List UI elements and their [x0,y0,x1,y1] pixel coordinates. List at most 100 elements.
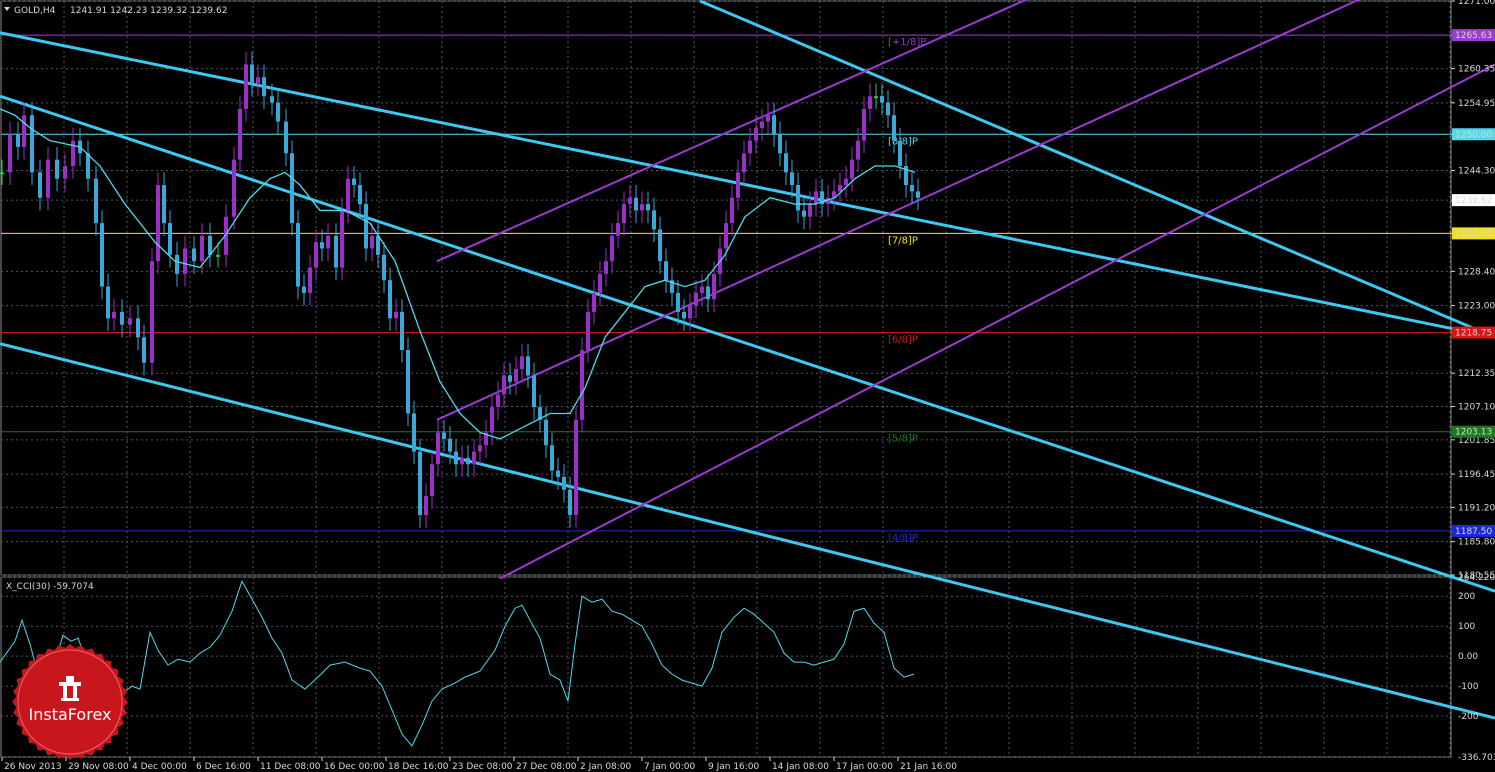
price-label-text: 1218.75 [1455,329,1492,339]
candle-body [120,311,124,325]
candle-body [326,235,330,249]
instaforex-logo: InstaForex [12,644,128,760]
candle-body [430,464,434,496]
chart-svg: [+1/8]P[8/8]P[7/8]P[6/8]P[5/8]P[4/8]P 12… [0,0,1495,772]
candle-body [436,432,440,465]
candle-body [302,286,306,293]
candle-body [238,108,242,160]
candle-body [314,242,318,268]
candle-body [910,185,914,192]
candle-body [526,356,530,376]
candle-body [856,140,860,160]
time-tick-label: 14 Jan 08:00 [772,762,829,772]
time-tick-label: 16 Dec 00:00 [324,762,385,772]
candle-body [442,432,446,439]
symbol-dropdown-icon[interactable] [4,7,10,11]
candle-body [802,210,806,217]
cci-tick-label: -100 [1458,682,1479,692]
price-tick-label: 1260.35 [1458,65,1495,75]
candle-body [634,197,638,211]
price-label-text: 1265.63 [1455,31,1492,41]
candle-body [580,350,584,420]
price-tick-label: 1212.35 [1458,369,1495,379]
candle-body [320,242,324,249]
candle-body [568,489,572,516]
candle-body [270,96,274,103]
candle-body [778,134,782,154]
candle-body [394,311,398,319]
candle-body [640,204,644,211]
candle-body [556,470,560,477]
time-tick-label: 11 Dec 08:00 [260,762,321,772]
candle-body [364,204,368,249]
candle-body [514,369,518,382]
chart-window: [+1/8]P [8/8]P [7/8]P [6/8]P [5/8]P [4/8]P 12… [0,0,1495,772]
candle-body [844,178,848,186]
candle-body [106,286,110,319]
cci-tick-label: 100 [1458,622,1475,632]
candle-body [150,261,154,363]
candle-body [38,172,42,198]
price-tick-label: 1271.00 [1458,0,1495,7]
candle-body [496,394,500,408]
candle-body [175,254,179,274]
candle-body [232,159,236,217]
cci-tick-label: 0.00 [1458,652,1478,662]
candle-body [262,77,266,97]
candle-body [796,185,800,211]
cci-panel-frame [0,576,1452,758]
price-axis: 1271.00 1265.63 1260.35 1254.95 1250.00 1244.… [1451,0,1495,763]
candle-body [682,311,686,319]
cci-tick-label: -200 [1458,712,1479,722]
time-tick-label: 17 Jan 00:00 [836,762,893,772]
candle-body [16,134,20,147]
candle-body [340,210,344,268]
price-label-text: 1203.13 [1455,428,1492,438]
candle-body [658,229,662,262]
candle-body [376,235,380,255]
candle-body [652,210,656,230]
time-tick-label: 27 Dec 08:00 [516,762,577,772]
candle-body [874,96,878,99]
candle-body [616,223,620,236]
candle-body [22,115,26,147]
candle-body [784,153,788,173]
candle-body [454,451,458,465]
candle-body [502,375,506,395]
candle-body [628,197,632,205]
candle-body [0,172,4,175]
candle-body [256,77,260,84]
symbol-label: GOLD,H4 [14,6,56,16]
candle-body [574,419,578,516]
candle-body [592,292,596,312]
candle-body [46,159,50,198]
regression-channel-upper [436,0,1028,263]
cci-tick-label: -336.7034 [1458,753,1495,763]
candle-body [766,115,770,122]
candle-body [814,191,818,205]
candle-body [862,108,866,141]
candle-body [162,185,166,224]
candle-body [55,159,59,179]
candle-body [886,102,890,116]
candle-body [370,235,374,249]
candle-body [622,204,626,224]
candle-body [358,185,362,205]
murrey-levels: [+1/8]P[8/8]P[7/8]P[6/8]P[5/8]P[4/8]P [1,34,1451,544]
candle-body [168,223,172,255]
candle-body [192,248,196,262]
candle-body [334,235,338,268]
price-tick-label: 1254.95 [1458,99,1495,109]
candle-body [694,292,698,306]
candle-body [244,64,248,109]
candle-body [382,254,386,281]
candle-body [688,305,692,319]
price-bars [0,51,920,528]
candle-body [598,273,602,293]
candle-body [100,223,104,287]
candle-body [412,413,416,452]
candle-body [448,438,452,452]
candle-body [400,311,404,351]
candle-body [388,280,392,319]
price-label-text: 1187.50 [1455,527,1492,537]
